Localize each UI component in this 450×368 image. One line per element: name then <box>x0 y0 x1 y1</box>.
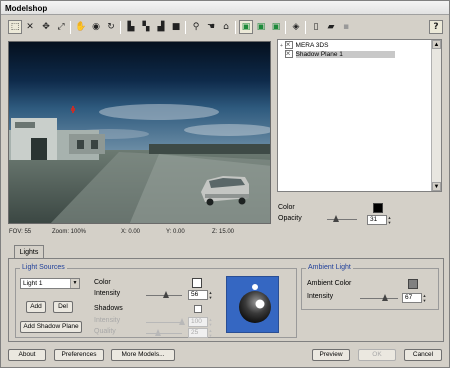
home-icon[interactable]: ⌂ <box>219 20 233 34</box>
x-readout: X: 0.00 <box>121 229 141 235</box>
delete-icon[interactable]: ✕ <box>23 20 37 34</box>
chevron-down-icon[interactable]: ▼ <box>70 279 79 288</box>
align-center-icon[interactable]: ▚ <box>139 20 153 34</box>
ok-button[interactable]: OK <box>358 349 396 361</box>
align-right-icon[interactable]: ▟ <box>154 20 168 34</box>
color-label: Color <box>278 204 295 211</box>
ambient-intensity-label: Intensity <box>307 293 334 300</box>
modelshop-window: Modelshop ⬚ ✕ ✥ ⤢ ✋ ◉ ↻ ▙ ▚ ▟ ■ ⚲ ☚ ⌂ ▣ … <box>0 0 450 368</box>
cancel-button[interactable]: Cancel <box>404 349 442 361</box>
save-icon[interactable]: ▪ <box>339 20 353 34</box>
open-icon[interactable]: ▰ <box>324 20 338 34</box>
shadows-checkbox[interactable] <box>194 305 202 313</box>
add-light-button[interactable]: Add <box>26 301 46 313</box>
light-color-swatch[interactable] <box>192 278 202 288</box>
rotate-icon[interactable]: ↻ <box>104 20 118 34</box>
light-intensity-spinner[interactable]: ▲ ▼ <box>208 290 213 300</box>
zoom-icon[interactable]: ⚲ <box>189 20 203 34</box>
slider-thumb[interactable] <box>382 294 389 301</box>
shadow-intensity-label: Intensity <box>94 317 121 324</box>
ambient-color-swatch[interactable] <box>408 279 418 289</box>
eye-icon[interactable]: ◉ <box>89 20 103 34</box>
scroll-down-icon[interactable]: ▼ <box>432 182 441 191</box>
slider-thumb[interactable] <box>155 329 161 336</box>
y-readout: Y: 0.00 <box>166 229 185 235</box>
tab-strip: Lights <box>8 245 444 259</box>
opacity-label: Opacity <box>278 215 302 222</box>
ambient-intensity-field[interactable]: 67 <box>402 293 422 303</box>
z-readout: Z: 15.00 <box>212 229 235 235</box>
slider-thumb[interactable] <box>333 215 340 222</box>
ambient-light-title: Ambient Light <box>306 264 353 271</box>
fov-readout: FOV: 55 <box>9 229 32 235</box>
object-color-swatch[interactable] <box>373 203 383 213</box>
tab-lights[interactable]: Lights <box>14 245 44 259</box>
new-icon[interactable]: ▯ <box>309 20 323 34</box>
sphere-preview <box>239 284 271 323</box>
visibility-checkbox[interactable] <box>284 49 293 58</box>
align-left-icon[interactable]: ▙ <box>124 20 138 34</box>
about-button[interactable]: About <box>8 349 46 361</box>
window-title: Modelshop <box>1 1 449 15</box>
opacity-slider[interactable] <box>327 215 357 224</box>
scene-tree[interactable]: + MERA 3DS + Shadow Plane 1 ▲ ▼ <box>277 39 442 192</box>
3d-viewport[interactable] <box>8 41 271 224</box>
light-select-value: Light 1 <box>23 280 43 287</box>
tree-scrollbar[interactable]: ▲ ▼ <box>431 40 441 191</box>
preferences-button[interactable]: Preferences <box>54 349 104 361</box>
tree-item-selected[interactable]: + Shadow Plane 1 <box>280 49 395 59</box>
preview-button[interactable]: Preview <box>312 349 350 361</box>
cube-side-icon[interactable]: ▣ <box>254 20 268 34</box>
delete-light-button[interactable]: Del <box>53 301 73 313</box>
shadow-quality-label: Quality <box>94 328 116 335</box>
scale-icon[interactable]: ⤢ <box>54 20 68 34</box>
tree-item-label: MERA 3DS <box>295 42 329 49</box>
light-color-label: Color <box>94 279 111 286</box>
slider-thumb[interactable] <box>163 291 170 298</box>
scroll-up-icon[interactable]: ▲ <box>432 40 441 49</box>
select-icon[interactable]: ⬚ <box>8 20 22 34</box>
shadow-quality-slider[interactable] <box>146 329 182 338</box>
add-shadow-plane-button[interactable]: Add Shadow Plane <box>20 321 82 333</box>
scene-photo <box>9 42 270 223</box>
viewport-status: FOV: 55 Zoom: 100% X: 0.00 Y: 0.00 Z: 15… <box>8 229 271 239</box>
light-intensity-field[interactable]: 56 <box>188 290 208 300</box>
pan-icon[interactable]: ☚ <box>204 20 218 34</box>
shadows-label: Shadows <box>94 305 123 312</box>
shadow-intensity-spinner[interactable]: ▲ ▼ <box>208 317 213 327</box>
expand-icon[interactable]: + <box>280 43 283 49</box>
light-sources-group: Light Sources Light 1 ▼ Add Del Add Shad… <box>15 264 297 338</box>
shadow-quality-spinner[interactable]: ▲ ▼ <box>208 328 213 338</box>
cube-top-icon[interactable]: ▣ <box>269 20 283 34</box>
toolbar: ⬚ ✕ ✥ ⤢ ✋ ◉ ↻ ▙ ▚ ▟ ■ ⚲ ☚ ⌂ ▣ ▣ ▣ ◈ ▯ ▰ … <box>7 19 445 37</box>
tree-item-label: Shadow Plane 1 <box>295 51 395 58</box>
more-models-button[interactable]: More Models... <box>111 349 175 361</box>
light-intensity-label: Intensity <box>94 290 121 297</box>
shadow-intensity-field[interactable]: 100 <box>188 317 208 327</box>
ambient-color-label: Ambient Color <box>307 280 352 287</box>
view-icon[interactable]: ◈ <box>289 20 303 34</box>
cube-front-icon[interactable]: ▣ <box>239 20 253 34</box>
ambient-intensity-spinner[interactable]: ▲ ▼ <box>422 293 427 303</box>
light-sources-title: Light Sources <box>20 264 67 271</box>
light-intensity-slider[interactable] <box>146 291 182 300</box>
opacity-field[interactable]: 31 <box>367 215 387 225</box>
move-icon[interactable]: ✥ <box>39 20 53 34</box>
light-select[interactable]: Light 1 ▼ <box>20 278 80 289</box>
help-icon[interactable]: ? <box>429 20 443 34</box>
ambient-intensity-slider[interactable] <box>360 294 398 303</box>
box-icon[interactable]: ■ <box>169 20 183 34</box>
ambient-light-group: Ambient Light Ambient Color Intensity 67… <box>301 264 439 310</box>
zoom-readout: Zoom: 100% <box>52 229 87 235</box>
hand-icon[interactable]: ✋ <box>74 20 88 34</box>
shadow-intensity-slider[interactable] <box>146 318 185 327</box>
slider-thumb[interactable] <box>179 318 185 325</box>
visibility-checkbox[interactable] <box>284 40 293 49</box>
lights-panel: Light Sources Light 1 ▼ Add Del Add Shad… <box>8 258 444 342</box>
light-preview[interactable] <box>226 276 279 333</box>
shadow-quality-field[interactable]: 25 <box>188 328 208 338</box>
opacity-spinner[interactable]: ▲ ▼ <box>387 215 392 225</box>
